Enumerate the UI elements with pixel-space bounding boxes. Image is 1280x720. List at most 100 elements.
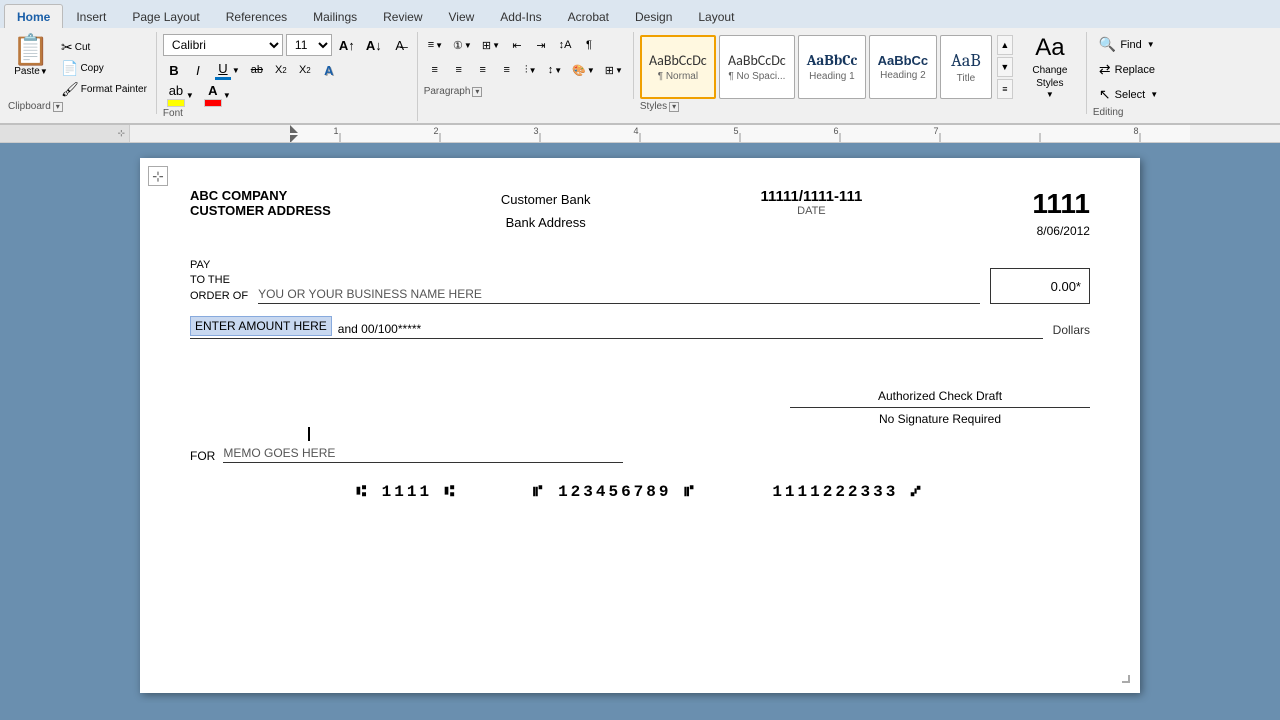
tab-design[interactable]: Design bbox=[622, 4, 685, 28]
styles-scroll-up[interactable]: ▲ bbox=[997, 35, 1013, 55]
tab-review[interactable]: Review bbox=[370, 4, 435, 28]
memo-row: FOR MEMO GOES HERE bbox=[190, 446, 1090, 463]
amount-box[interactable]: 0.00* bbox=[990, 268, 1090, 304]
paragraph-group: ≡▼ ①▼ ⊞▼ ⇤ ⇥ ↕A ¶ ≡ ≡ ≡ ≡ ⫶▼ ↕▼ 🎨▼ ⊞▼ Pa… bbox=[418, 32, 634, 99]
tab-references[interactable]: References bbox=[213, 4, 300, 28]
authorized-text-1: Authorized Check Draft bbox=[790, 389, 1090, 403]
ruler: ⊹ 1 2 3 4 5 6 7 8 bbox=[0, 125, 1280, 143]
align-center-button[interactable]: ≡ bbox=[448, 59, 470, 81]
replace-button[interactable]: ⇄ Replace bbox=[1093, 59, 1164, 80]
copy-button[interactable]: 📄Copy bbox=[58, 59, 150, 78]
numbering-button[interactable]: ①▼ bbox=[449, 34, 476, 56]
svg-text:5: 5 bbox=[733, 126, 738, 136]
increase-indent-button[interactable]: ⇥ bbox=[530, 34, 552, 56]
font-group: Calibri 11 A↑ A↓ A̶ B I U ▼ ab X2 X2 A bbox=[157, 32, 418, 121]
styles-scroll-down[interactable]: ▼ bbox=[997, 57, 1013, 77]
pay-row: PAY TO THE ORDER OF YOU OR YOUR BUSINESS… bbox=[190, 258, 1090, 304]
line-spacing-button[interactable]: ↕▼ bbox=[544, 59, 566, 81]
bold-button[interactable]: B bbox=[163, 59, 185, 81]
tab-view[interactable]: View bbox=[436, 4, 488, 28]
signature-area: Authorized Check Draft No Signature Requ… bbox=[190, 389, 1090, 426]
authorized-text-2: No Signature Required bbox=[790, 407, 1090, 426]
show-hide-button[interactable]: ¶ bbox=[578, 34, 600, 56]
editing-group: 🔍 Find ▼ ⇄ Replace ↖ Select ▼ Editing bbox=[1087, 32, 1170, 120]
svg-text:6: 6 bbox=[833, 126, 838, 136]
decrease-indent-button[interactable]: ⇤ bbox=[506, 34, 528, 56]
multilevel-list-button[interactable]: ⊞▼ bbox=[478, 34, 504, 56]
doc-page[interactable]: ⊹ ABC COMPANY CUSTOMER ADDRESS Customer … bbox=[140, 158, 1140, 693]
clipboard-group-label: Clipboard ▾ bbox=[8, 101, 150, 114]
align-left-button[interactable]: ≡ bbox=[424, 59, 446, 81]
italic-button[interactable]: I bbox=[187, 59, 209, 81]
clear-formatting-button[interactable]: A̶ bbox=[389, 34, 411, 56]
company-info: ABC COMPANY CUSTOMER ADDRESS bbox=[190, 188, 331, 218]
amount-words-line: ENTER AMOUNT HERE and 00/100***** bbox=[190, 316, 1043, 339]
payee-line[interactable]: YOU OR YOUR BUSINESS NAME HERE bbox=[258, 282, 980, 304]
paragraph-group-label: Paragraph ▾ bbox=[424, 86, 627, 99]
increase-font-button[interactable]: A↑ bbox=[335, 34, 359, 56]
page-corner-mark bbox=[1122, 675, 1130, 683]
amount-words-row: ENTER AMOUNT HERE and 00/100***** Dollar… bbox=[190, 316, 1090, 339]
styles-more-button[interactable]: ≡ bbox=[997, 79, 1013, 99]
svg-text:1: 1 bbox=[333, 126, 338, 136]
style-heading-1[interactable]: AaBbCc Heading 1 bbox=[798, 35, 866, 99]
styles-group-label: Styles ▾ bbox=[640, 101, 1080, 114]
amount-highlighted[interactable]: ENTER AMOUNT HERE bbox=[190, 316, 332, 336]
strikethrough-button[interactable]: ab bbox=[246, 59, 268, 81]
routing-number-area: 11111/1111-111 DATE bbox=[760, 188, 862, 217]
clipboard-group: 📋 Paste▼ ✂Cut 📄Copy 🖌Format Painter Clip… bbox=[6, 32, 157, 114]
ribbon-tabs-bar: Home Insert Page Layout References Maili… bbox=[0, 0, 1280, 28]
format-painter-button[interactable]: 🖌Format Painter bbox=[58, 80, 150, 99]
micr-part1: ⑆ 1111 ⑆ bbox=[356, 483, 457, 501]
tab-home[interactable]: Home bbox=[4, 4, 63, 28]
align-right-button[interactable]: ≡ bbox=[472, 59, 494, 81]
select-button[interactable]: ↖ Select ▼ bbox=[1093, 84, 1164, 105]
tab-addins[interactable]: Add-Ins bbox=[487, 4, 554, 28]
styles-group: AaBbCcDc ¶ Normal AaBbCcDc ¶ No Spaci...… bbox=[634, 32, 1087, 114]
memo-line[interactable]: MEMO GOES HERE bbox=[223, 446, 623, 463]
micr-line: ⑆ 1111 ⑆ ⑈ 123456789 ⑈ 1111222333 ⑇ bbox=[190, 483, 1090, 501]
text-cursor bbox=[308, 426, 310, 441]
decrease-font-button[interactable]: A↓ bbox=[362, 34, 386, 56]
sort-button[interactable]: ↕A bbox=[554, 34, 576, 56]
borders-button[interactable]: ⊞▼ bbox=[601, 59, 627, 81]
tab-page-layout[interactable]: Page Layout bbox=[119, 4, 212, 28]
text-effects-button[interactable]: A bbox=[318, 59, 340, 81]
font-color-button[interactable]: A ▼ bbox=[200, 84, 235, 106]
cut-button[interactable]: ✂Cut bbox=[58, 38, 150, 57]
svg-text:4: 4 bbox=[633, 126, 638, 136]
tab-acrobat[interactable]: Acrobat bbox=[555, 4, 622, 28]
editing-group-label: Editing bbox=[1093, 107, 1164, 120]
svg-text:2: 2 bbox=[433, 126, 438, 136]
superscript-button[interactable]: X2 bbox=[294, 59, 316, 81]
shading-button[interactable]: 🎨▼ bbox=[568, 59, 599, 81]
ruler-bar[interactable]: 1 2 3 4 5 6 7 8 bbox=[260, 125, 1280, 142]
tab-layout[interactable]: Layout bbox=[685, 4, 747, 28]
change-styles-button[interactable]: Aa Change Styles ▼ bbox=[1020, 34, 1080, 99]
paste-button[interactable]: 📋 Paste▼ bbox=[8, 34, 54, 79]
font-group-label: Font bbox=[163, 108, 411, 121]
ribbon-content: 📋 Paste▼ ✂Cut 📄Copy 🖌Format Painter Clip… bbox=[0, 28, 1280, 125]
find-button[interactable]: 🔍 Find ▼ bbox=[1093, 34, 1164, 55]
style-title[interactable]: AaB Title bbox=[940, 35, 992, 99]
pay-label: PAY TO THE ORDER OF bbox=[190, 258, 248, 304]
style-no-spacing[interactable]: AaBbCcDc ¶ No Spaci... bbox=[719, 35, 795, 99]
highlight-color-button[interactable]: ab ▼ bbox=[163, 84, 198, 106]
subscript-button[interactable]: X2 bbox=[270, 59, 292, 81]
check-number: 1111 bbox=[1032, 188, 1090, 220]
style-heading-2[interactable]: AaBbCc Heading 2 bbox=[869, 35, 937, 99]
font-size-selector[interactable]: 11 bbox=[286, 34, 332, 56]
justify-button[interactable]: ≡ bbox=[496, 59, 518, 81]
tab-insert[interactable]: Insert bbox=[63, 4, 119, 28]
columns-button[interactable]: ⫶▼ bbox=[520, 59, 542, 81]
tab-mailings[interactable]: Mailings bbox=[300, 4, 370, 28]
underline-button[interactable]: U ▼ bbox=[211, 59, 244, 81]
memo-label: FOR bbox=[190, 449, 215, 463]
style-normal[interactable]: AaBbCcDc ¶ Normal bbox=[640, 35, 716, 99]
move-handle[interactable]: ⊹ bbox=[148, 166, 168, 186]
dollars-label: Dollars bbox=[1053, 323, 1090, 339]
bullets-button[interactable]: ≡▼ bbox=[424, 34, 447, 56]
micr-part2: ⑈ 123456789 ⑈ bbox=[533, 483, 697, 501]
ribbon: Home Insert Page Layout References Maili… bbox=[0, 0, 1280, 125]
font-name-selector[interactable]: Calibri bbox=[163, 34, 283, 56]
